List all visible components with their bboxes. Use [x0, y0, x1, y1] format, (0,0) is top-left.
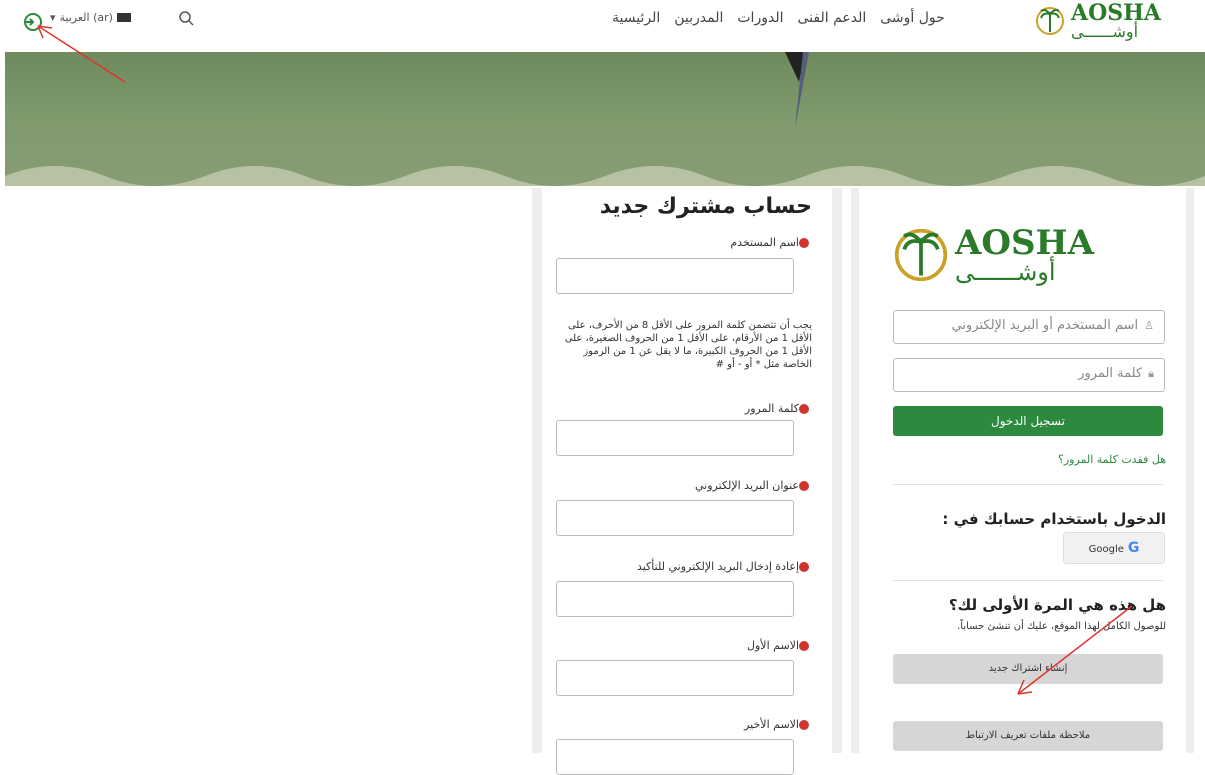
forgot-password-link[interactable]: هل فقدت كلمة المرور؟	[1058, 453, 1166, 466]
email-confirm-label: إعادة إدخال البريد الإلكتروني للتأكيد	[637, 560, 812, 573]
google-icon: G	[1127, 540, 1140, 556]
user-icon: ♙	[1144, 319, 1154, 332]
nav-home[interactable]: الرئيسية	[612, 10, 660, 26]
hero-wave-decoration	[5, 166, 1205, 186]
email-confirm-input[interactable]	[556, 581, 794, 617]
logo-text-ar: أوشــــــى	[955, 258, 1056, 286]
google-label: Google	[1088, 544, 1124, 555]
login-password-input[interactable]: 🔒︎كلمة المرور	[893, 358, 1165, 392]
username-label: اسم المستخدم	[730, 236, 812, 249]
search-icon[interactable]	[178, 10, 194, 26]
lock-icon: 🔒︎	[1148, 367, 1154, 380]
hero-banner	[5, 52, 1205, 186]
signup-form: حساب مشترك جديد اسم المستخدم يجب أن تتضم…	[532, 188, 842, 775]
divider	[893, 484, 1163, 485]
required-icon	[799, 562, 809, 572]
required-icon	[799, 404, 809, 414]
google-login-button[interactable]: Google G	[1063, 532, 1165, 564]
annotation-arrow-icon	[37, 25, 126, 83]
login-username-placeholder: ♙اسم المستخدم أو البريد الإلكتروني	[951, 318, 1154, 333]
site-logo[interactable]: AOSHA أوشــــــى	[1035, 2, 1161, 40]
annotation-arrow-icon	[1017, 605, 1133, 695]
password-input[interactable]	[556, 420, 794, 456]
top-navbar: ▾ العربية (ar) الرئيسية المدربين الدورات…	[0, 0, 1205, 52]
login-logo: AOSHA أوشــــــى	[893, 223, 1094, 287]
nav-support[interactable]: الدعم الفنى	[797, 10, 866, 26]
hero-dark-object	[785, 52, 809, 128]
login-password-placeholder: 🔒︎كلمة المرور	[1078, 366, 1154, 381]
nav-trainers[interactable]: المدربين	[674, 10, 723, 26]
required-icon	[799, 720, 809, 730]
required-icon	[799, 641, 809, 651]
signup-title: حساب مشترك جديد	[599, 194, 812, 219]
email-label: عنوان البريد الإلكتروني	[695, 479, 812, 492]
login-username-input[interactable]: ♙اسم المستخدم أو البريد الإلكتروني	[893, 310, 1165, 344]
logo-text-en: AOSHA	[955, 223, 1095, 263]
username-input[interactable]	[556, 258, 794, 294]
lastname-input[interactable]	[556, 739, 794, 775]
firstname-input[interactable]	[556, 660, 794, 696]
palm-icon	[1036, 7, 1064, 35]
main-nav: الرئيسية المدربين الدورات الدعم الفنى حو…	[612, 10, 945, 26]
logo-text-ar: أوشــــــى	[1071, 22, 1139, 41]
nav-courses[interactable]: الدورات	[737, 10, 783, 26]
lastname-label: الاسم الأخير	[744, 718, 812, 731]
password-policy: يجب أن تتضمن كلمة المرور على الأقل 8 من …	[564, 320, 812, 370]
email-input[interactable]	[556, 500, 794, 536]
divider	[893, 580, 1163, 581]
cookies-notice-button[interactable]: ملاحظة ملفات تعريف الارتباط	[893, 721, 1163, 751]
password-label: كلمة المرور	[745, 402, 812, 415]
required-icon	[799, 238, 809, 248]
palm-icon	[894, 228, 948, 282]
firstname-label: الاسم الأول	[747, 639, 812, 652]
login-button[interactable]: تسجيل الدخول	[893, 406, 1163, 436]
nav-about[interactable]: حول أوشى	[880, 10, 945, 26]
login-with-heading: الدخول باستخدام حسابك في :	[942, 510, 1166, 528]
required-icon	[799, 481, 809, 491]
logo-text-en: AOSHA	[1071, 0, 1161, 26]
